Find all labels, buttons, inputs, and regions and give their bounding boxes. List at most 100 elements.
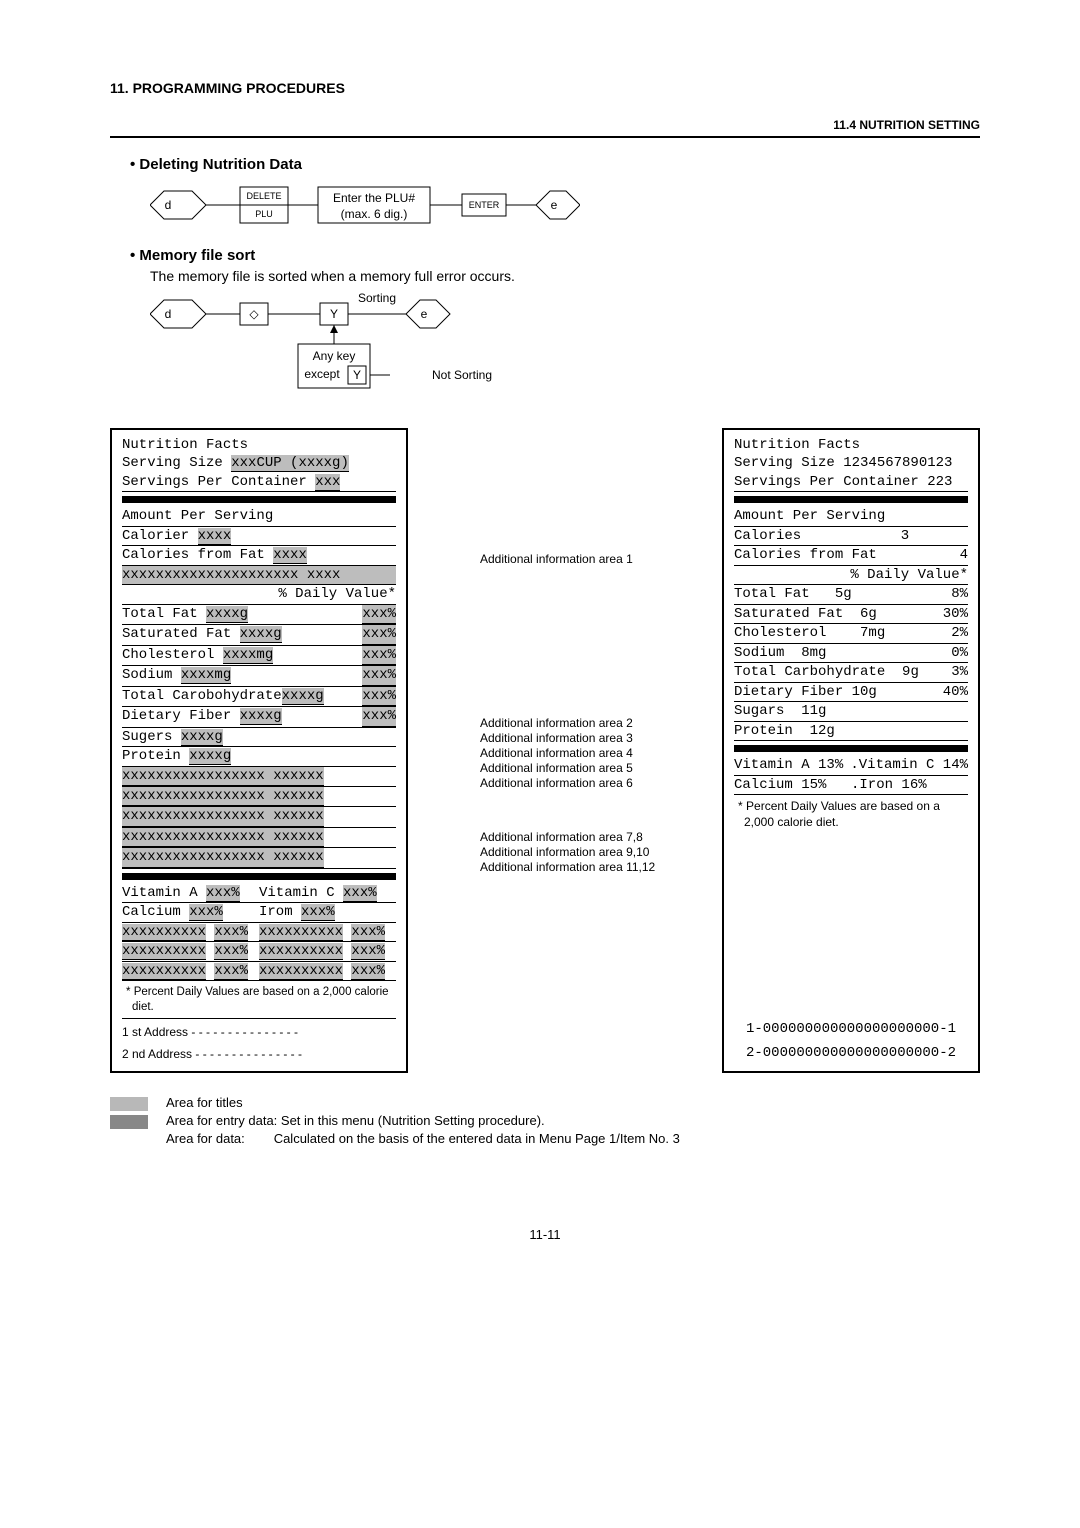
extra-row: xxxxxxxxxxxxxxxxx xxxxxx — [122, 807, 324, 826]
spc-lbl: Servings Per Container — [122, 474, 307, 490]
row-dv: 0% — [951, 644, 968, 662]
iron-val: xxx% — [301, 904, 335, 921]
row-name: Total Fat — [734, 586, 810, 602]
add-r: xxxxxxxxxx — [259, 963, 343, 980]
svg-text:◇: ◇ — [249, 307, 259, 321]
row-val: 6g — [860, 606, 877, 622]
addr2: 2-000000000000000000000-2 — [734, 1044, 968, 1062]
add-l: xxxxxxxxxx — [122, 943, 206, 960]
vit-a: Vitamin A 13% — [734, 756, 850, 774]
svg-text:e: e — [551, 198, 558, 212]
vit-c: Vitamin C — [259, 885, 335, 901]
chapter-heading: 11. PROGRAMMING PROCEDURES — [110, 80, 980, 96]
add-r: xxxxxxxxxx — [259, 924, 343, 941]
row-dv: 8% — [951, 585, 968, 603]
protein-lbl: Protein — [122, 748, 181, 764]
footnote-star: * — [126, 986, 130, 998]
annot-2: Additional information area 2 — [480, 716, 650, 730]
add-l: xxxxxxxxxx — [122, 924, 206, 941]
cff-lbl: Calories from Fat — [734, 546, 877, 564]
row-name: Total Carobohydrate — [122, 688, 282, 704]
annot-6: Additional information area 6 — [480, 776, 650, 790]
calories-val: 3 — [901, 528, 909, 544]
dv-header: % Daily Value* — [122, 585, 396, 604]
cff-val: 4 — [960, 546, 968, 564]
add-l: xxxxxxxxxx — [122, 963, 206, 980]
row-val: xxxxg — [206, 606, 248, 623]
row-dv: xxx% — [362, 707, 396, 726]
vit-a: Vitamin A — [122, 885, 198, 901]
cff-val: xxxx — [273, 547, 307, 564]
row-dv: 2% — [951, 624, 968, 642]
legend-entry-desc: Set in this menu (Nutrition Setting proc… — [281, 1113, 545, 1128]
protein-val: 12g — [810, 723, 835, 739]
iron: Iron 16% — [859, 777, 926, 793]
svg-text:e: e — [421, 307, 428, 321]
serving-size: Serving Size 1234567890123 — [734, 454, 968, 472]
cff-lbl: Calories from Fat — [122, 547, 265, 563]
extra-row: xxxxxxxxxxxxxxxxx xxxxxx — [122, 828, 324, 847]
calcium: Calcium — [122, 904, 181, 920]
label-panels: Nutrition Facts Serving Size xxxCUP (xxx… — [110, 428, 980, 1073]
row-val: 10g — [852, 684, 877, 700]
legend-data-lbl: Area for data: — [166, 1131, 245, 1146]
svg-text:Y: Y — [330, 307, 338, 321]
vit-c: Vitamin C 14% — [859, 757, 968, 773]
extra-row: xxxxxxxxxxxxxxxxx xxxxxx — [122, 848, 324, 867]
row-name: Cholesterol — [734, 625, 826, 641]
protein-val: xxxxg — [189, 748, 231, 765]
annotations: Additional information area 1 Additional… — [480, 428, 650, 1073]
row-name: Sodium — [122, 667, 172, 683]
sugars-val: 11g — [801, 703, 826, 719]
svg-text:PLU: PLU — [255, 209, 273, 219]
row-name: Sodium — [734, 645, 784, 661]
add-rv: xxx% — [351, 943, 385, 960]
nf-title: Nutrition Facts — [122, 436, 396, 454]
row-val: xxxxmg — [181, 667, 231, 684]
row-dv: 40% — [943, 683, 968, 701]
legend-data-desc: Calculated on the basis of the entered d… — [274, 1131, 680, 1146]
svg-text:(max. 6 dig.): (max. 6 dig.) — [341, 207, 408, 221]
example-nutrition-label: Nutrition Facts Serving Size 12345678901… — [722, 428, 980, 1073]
calcium-val: xxx% — [189, 904, 223, 921]
row-val: 9g — [902, 664, 919, 680]
calories-lbl: Calorier — [122, 528, 189, 544]
add-r: xxxxxxxxxx — [259, 943, 343, 960]
memory-desc: The memory file is sorted when a memory … — [150, 268, 980, 284]
serving-size-lbl: Serving Size — [122, 455, 223, 471]
sugars-lbl: Sugars — [734, 703, 784, 719]
row-name: Total Carbohydrate — [734, 664, 885, 680]
extra-row: xxxxxxxxxxxxxxxxx xxxxxx — [122, 767, 324, 786]
legend-titles: Area for titles — [166, 1095, 243, 1110]
topic-memory-title: Memory file sort — [130, 247, 980, 264]
row-val: xxxxg — [240, 708, 282, 725]
sugars-val: xxxxg — [181, 729, 223, 746]
row-dv: xxx% — [362, 646, 396, 665]
serving-size-val: xxxCUP (xxxxg) — [231, 455, 349, 472]
addr1: 1-000000000000000000000-1 — [734, 1020, 968, 1038]
spc: Servings Per Container 223 — [734, 473, 968, 492]
row-val: xxxxg — [282, 688, 324, 705]
page-number: 11-11 — [110, 1227, 980, 1242]
svg-text:DELETE: DELETE — [246, 191, 281, 201]
nf-title: Nutrition Facts — [734, 436, 968, 454]
addr1: 1 st Address - - - - - - - - - - - - - -… — [122, 1025, 396, 1041]
svg-text:Enter the PLU#: Enter the PLU# — [333, 191, 415, 205]
aps: Amount Per Serving — [122, 507, 396, 526]
row-dv: xxx% — [362, 605, 396, 624]
annot-1112: Additional information area 11,12 — [480, 860, 650, 874]
row-name: Dietary Fiber — [122, 708, 231, 724]
calories-lbl: Calories — [734, 527, 801, 545]
footnote: Percent Daily Values are based on a 2,00… — [132, 986, 389, 1013]
row-val: 7mg — [860, 625, 885, 641]
dv-header: % Daily Value* — [734, 566, 968, 585]
row-val: 8mg — [801, 645, 826, 661]
add-lv: xxx% — [214, 924, 248, 941]
row-val: 5g — [835, 586, 852, 602]
add-rv: xxx% — [351, 963, 385, 980]
vit-c-val: xxx% — [343, 885, 377, 902]
footnote: Percent Daily Values are based on a 2,00… — [744, 799, 940, 829]
flow-deleting: d DELETE PLU Enter the PLU# (max. 6 dig.… — [150, 177, 980, 233]
annot-4: Additional information area 4 — [480, 746, 650, 760]
svg-text:Not Sorting: Not Sorting — [432, 368, 492, 382]
